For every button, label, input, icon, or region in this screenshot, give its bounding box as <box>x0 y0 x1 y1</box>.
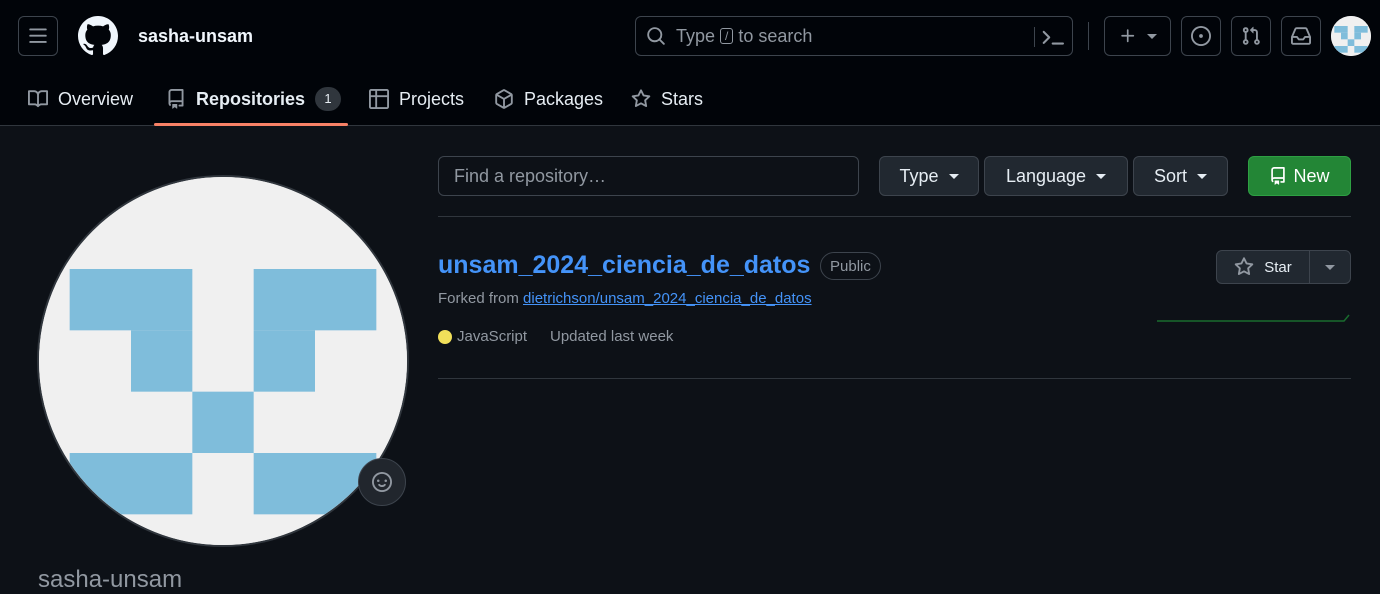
table-icon <box>369 89 389 109</box>
divider <box>438 378 1351 379</box>
set-status-button[interactable] <box>358 458 406 506</box>
activity-sparkline <box>1157 314 1350 322</box>
tab-packages-label: Packages <box>524 88 604 109</box>
search-placeholder: Type / to search <box>676 26 812 47</box>
user-avatar[interactable] <box>1331 16 1371 56</box>
chevron-down-icon <box>1096 173 1107 179</box>
search-placeholder-after: to search <box>738 25 813 46</box>
star-icon <box>631 89 651 108</box>
sort-dropdown[interactable]: Sort <box>1133 156 1228 196</box>
new-repository-button[interactable]: New <box>1248 156 1351 196</box>
star-lists-dropdown[interactable] <box>1310 251 1350 283</box>
chevron-down-icon <box>1146 33 1157 39</box>
type-filter-dropdown[interactable]: Type <box>879 156 979 196</box>
tab-repositories-label: Repositories <box>196 88 306 109</box>
header-divider <box>1088 22 1089 50</box>
repo-language: JavaScript <box>438 328 527 345</box>
header-username[interactable]: sasha-unsam <box>138 26 253 47</box>
github-logo-icon[interactable] <box>78 16 118 56</box>
inbox-button[interactable] <box>1281 16 1321 56</box>
chevron-down-icon <box>1197 173 1207 179</box>
inbox-icon <box>1291 27 1311 45</box>
command-palette-icon[interactable] <box>1042 26 1064 48</box>
git-pull-request-icon <box>1242 26 1260 45</box>
tab-projects-label: Projects <box>399 88 465 109</box>
sort-label: Sort <box>1153 165 1187 186</box>
app-header: sasha-unsam Type / to search Overview Re… <box>0 0 1380 126</box>
search-shortcut-key: / <box>720 28 734 44</box>
tab-overview-label: Overview <box>58 88 134 109</box>
active-tab-indicator <box>154 123 348 126</box>
repo-icon <box>168 89 184 109</box>
star-button-group: Star <box>1216 250 1351 284</box>
hamburger-icon <box>29 28 47 43</box>
tab-projects[interactable]: Projects <box>369 72 464 126</box>
package-icon <box>495 89 513 109</box>
language-filter-dropdown[interactable]: Language <box>984 156 1128 196</box>
search-icon <box>647 27 665 45</box>
plus-icon <box>1120 29 1134 43</box>
profile-username: sasha-unsam <box>38 566 183 593</box>
visibility-badge: Public <box>820 252 881 280</box>
menu-button[interactable] <box>18 16 58 56</box>
smiley-icon <box>372 472 392 492</box>
language-color-dot <box>438 329 452 344</box>
pull-requests-button[interactable] <box>1231 16 1271 56</box>
search-input[interactable]: Type / to search <box>635 16 1073 56</box>
repo-icon <box>1271 167 1286 185</box>
repo-updated: Updated last week <box>550 328 674 345</box>
language-label: JavaScript <box>457 328 528 345</box>
forked-from: Forked from dietrichson/unsam_2024_cienc… <box>438 290 812 307</box>
forked-prefix: Forked from <box>438 290 519 307</box>
profile-avatar[interactable] <box>37 175 409 547</box>
issue-opened-icon <box>1191 26 1211 46</box>
repo-name-link[interactable]: unsam_2024_ciencia_de_datos <box>438 251 810 280</box>
tab-packages[interactable]: Packages <box>494 72 603 126</box>
forked-from-link[interactable]: dietrichson/unsam_2024_ciencia_de_datos <box>523 290 812 307</box>
create-new-button[interactable] <box>1104 16 1171 56</box>
tab-stars-label: Stars <box>661 88 704 109</box>
issues-button[interactable] <box>1181 16 1221 56</box>
star-label: Star <box>1264 258 1292 276</box>
find-repository-input[interactable] <box>438 156 859 196</box>
divider <box>438 216 1351 217</box>
book-icon <box>28 90 48 108</box>
profile-tabs: Overview Repositories 1 Projects Package… <box>0 72 1380 126</box>
language-filter-label: Language <box>1005 165 1087 186</box>
type-filter-label: Type <box>899 165 939 186</box>
chevron-down-icon <box>1325 264 1335 270</box>
new-button-label: New <box>1293 165 1330 186</box>
star-button[interactable]: Star <box>1217 251 1310 283</box>
repositories-count-badge: 1 <box>315 87 342 111</box>
search-divider <box>1034 27 1035 47</box>
identicon-icon <box>1331 16 1371 56</box>
star-icon <box>1234 257 1254 276</box>
tab-repositories[interactable]: Repositories 1 <box>166 72 342 126</box>
chevron-down-icon <box>948 173 959 179</box>
identicon-icon <box>39 177 407 545</box>
tab-stars[interactable]: Stars <box>631 72 703 126</box>
tab-overview[interactable]: Overview <box>28 72 133 126</box>
search-placeholder-before: Type <box>676 25 716 46</box>
